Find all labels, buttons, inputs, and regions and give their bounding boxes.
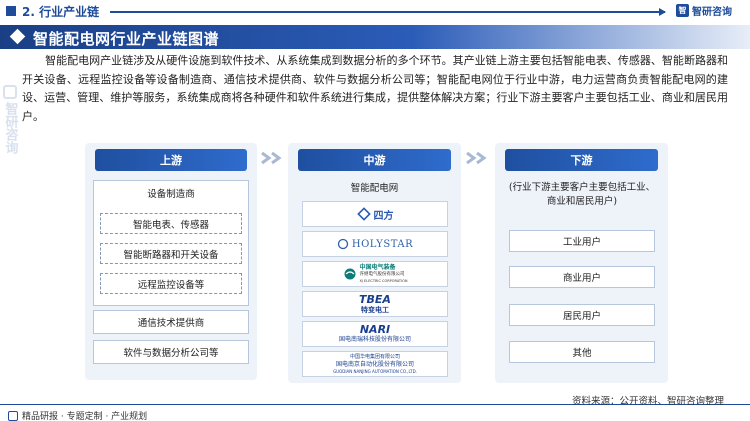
- flow-arrow-icon: [466, 151, 487, 165]
- holystar-logo-icon: [337, 238, 349, 250]
- sifang-logo-icon: [356, 207, 371, 221]
- footer-tagline-text: 精品研报 · 专题定制 · 产业规划: [22, 412, 148, 421]
- company-name: 中国华电集团有限公司: [349, 353, 400, 360]
- midstream-column: 中游 智能配电网 四方 HOLYSTAR 中国电气装备 许继电气股份有限公司 X…: [288, 143, 461, 383]
- flow-arrow-icon: [261, 151, 282, 165]
- xj-electric-logo-icon: [344, 268, 355, 280]
- upstream-item: 软件与数据分析公司等: [93, 340, 249, 364]
- brand-logo-icon: 智: [676, 4, 689, 17]
- section-rule-arrow-icon: [659, 8, 666, 16]
- company-subname: 许继电气股份有限公司: [359, 271, 405, 277]
- source-note: 资料来源：公开资料、智研咨询整理: [571, 396, 724, 407]
- section-header: 2. 行业产业链 智 智研咨询: [0, 0, 750, 22]
- upstream-header: 上游: [95, 149, 247, 171]
- company-name: TBEA: [359, 292, 391, 306]
- company-logo-xj-electric: 中国电气装备 许继电气股份有限公司 XJ ELECTRIC CORPORATIO…: [302, 261, 448, 287]
- section-square-icon: [6, 6, 16, 16]
- company-subname: 国电南京自动化股份有限公司: [335, 360, 414, 368]
- upstream-column: 上游 设备制造商 智能电表、传感器 智能断路器和开关设备 远程监控设备等 通信技…: [85, 143, 257, 380]
- company-logo-holystar: HOLYSTAR: [302, 231, 448, 257]
- company-name: NARI: [359, 323, 391, 336]
- footer-tagline: 精品研报 · 专题定制 · 产业规划: [8, 409, 147, 421]
- downstream-item: 工业用户: [509, 230, 655, 252]
- group-item: 智能断路器和开关设备: [100, 243, 242, 264]
- diamond-icon: [9, 28, 26, 45]
- upstream-item: 通信技术提供商: [93, 310, 249, 334]
- company-name: 中国电气装备: [359, 263, 396, 271]
- intro-paragraph: 智能配电网产业链涉及从硬件设施到软件技术、从系统集成到数据分析的多个环节。其产业…: [22, 54, 728, 123]
- company-name: 四方: [373, 210, 394, 222]
- group-title: 设备制造商: [147, 189, 195, 200]
- downstream-item: 居民用户: [509, 304, 655, 326]
- downstream-item: 商业用户: [509, 266, 655, 288]
- report-icon: [8, 410, 18, 421]
- downstream-item: 其他: [509, 341, 655, 363]
- section-title: 2. 行业产业链: [22, 5, 100, 19]
- equipment-manufacturer-group: 设备制造商 智能电表、传感器 智能断路器和开关设备 远程监控设备等: [93, 180, 249, 306]
- brand-logo: 智 智研咨询: [676, 3, 732, 18]
- company-name: HOLYSTAR: [351, 238, 414, 250]
- section-rule: [110, 11, 665, 13]
- company-logo-sac: 中国华电集团有限公司 国电南京自动化股份有限公司 GUODIAN NANJING…: [302, 351, 448, 377]
- company-logo-tbea: TBEA 特变电工: [302, 291, 448, 317]
- midstream-header: 中游: [298, 149, 451, 171]
- company-subname-en: XJ ELECTRIC CORPORATION: [359, 278, 408, 283]
- watermark: 智研咨询: [2, 85, 18, 154]
- company-subname: 特变电工: [361, 305, 389, 314]
- downstream-header: 下游: [505, 149, 658, 171]
- company-logo-nari: NARI 国电南瑞科技股份有限公司: [302, 321, 448, 347]
- company-subname: 国电南瑞科技股份有限公司: [338, 336, 411, 343]
- title-banner: 智能配电网行业产业链图谱: [0, 25, 750, 49]
- watermark-text: 智研咨询: [2, 102, 18, 154]
- page-title: 智能配电网行业产业链图谱: [33, 30, 220, 48]
- company-logo-sifang: 四方: [302, 201, 448, 227]
- midstream-label: 智能配电网: [350, 183, 399, 194]
- group-item: 智能电表、传感器: [100, 213, 242, 234]
- group-item: 远程监控设备等: [100, 273, 242, 294]
- company-subname-en: GUODIAN NANJING AUTOMATION CO.,LTD.: [333, 368, 417, 374]
- downstream-note: (行业下游主要客户主要包括工业、商业和居民用户): [508, 182, 656, 207]
- downstream-column: 下游 (行业下游主要客户主要包括工业、商业和居民用户) 工业用户 商业用户 居民…: [495, 143, 668, 383]
- watermark-icon: [3, 85, 17, 99]
- brand-name: 智研咨询: [692, 7, 732, 18]
